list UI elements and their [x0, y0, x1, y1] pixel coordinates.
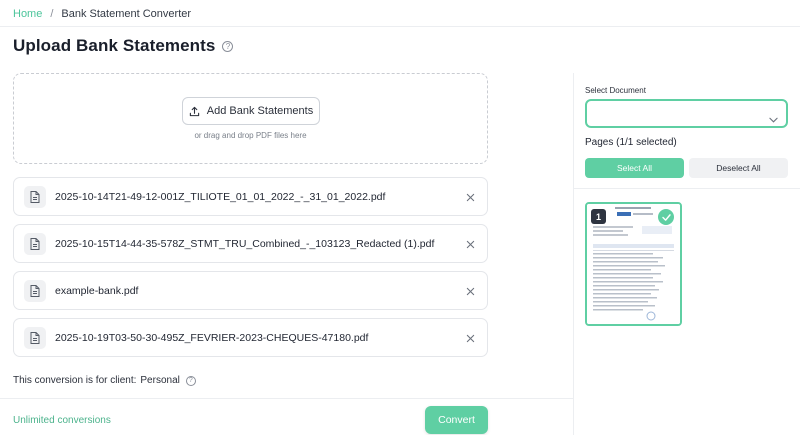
deselect-all-button[interactable]: Deselect All — [689, 158, 788, 178]
file-row: 2025-10-14T21-49-12-001Z_TILIOTE_01_01_2… — [13, 177, 488, 216]
page-title: Upload Bank Statements — [13, 36, 216, 55]
file-row: 2025-10-15T14-44-35-578Z_STMT_TRU_Combin… — [13, 224, 488, 263]
select-document-label: Select Document — [585, 86, 646, 95]
upload-dropzone[interactable]: Add Bank Statements or drag and drop PDF… — [13, 73, 488, 164]
file-name: 2025-10-19T03-50-30-495Z_FEVRIER-2023-CH… — [55, 331, 369, 344]
remove-file-icon[interactable] — [464, 238, 476, 250]
header-divider — [0, 26, 800, 27]
remove-file-icon[interactable] — [464, 191, 476, 203]
remove-file-icon[interactable] — [464, 285, 476, 297]
client-line: This conversion is for client: Personal … — [13, 375, 196, 386]
pages-count-label: Pages (1/1 selected) — [585, 137, 677, 148]
add-bank-statements-label: Add Bank Statements — [206, 105, 314, 117]
select-all-button[interactable]: Select All — [585, 158, 684, 178]
add-bank-statements-button[interactable]: Add Bank Statements — [182, 97, 320, 125]
breadcrumb-separator: / — [50, 8, 54, 20]
page-thumbnail[interactable]: 1 — [585, 202, 682, 326]
checkmark-icon — [658, 209, 674, 225]
convert-button[interactable]: Convert — [425, 406, 488, 434]
breadcrumb-current: Bank Statement Converter — [61, 8, 192, 20]
client-label: This conversion is for client: — [13, 375, 137, 386]
file-icon — [24, 232, 46, 255]
panel-divider — [573, 73, 574, 435]
file-icon — [24, 185, 46, 208]
file-name: 2025-10-15T14-44-35-578Z_STMT_TRU_Combin… — [55, 237, 435, 250]
file-icon — [24, 326, 46, 349]
client-value[interactable]: Personal — [140, 375, 179, 386]
file-name: 2025-10-14T21-49-12-001Z_TILIOTE_01_01_2… — [55, 190, 386, 203]
unlimited-conversions-label: Unlimited conversions — [13, 415, 111, 426]
drop-hint: or drag and drop PDF files here — [194, 131, 307, 140]
file-row: example-bank.pdf — [13, 271, 488, 310]
chevron-down-icon — [769, 110, 778, 128]
file-row: 2025-10-19T03-50-30-495Z_FEVRIER-2023-CH… — [13, 318, 488, 357]
file-icon — [24, 279, 46, 302]
remove-file-icon[interactable] — [464, 332, 476, 344]
pages-divider — [574, 188, 800, 189]
upload-icon — [189, 106, 200, 117]
help-icon[interactable]: ? — [222, 40, 234, 52]
breadcrumb: Home / Bank Statement Converter — [13, 7, 191, 21]
page-header: Upload Bank Statements ? — [13, 36, 234, 56]
breadcrumb-home-link[interactable]: Home — [13, 8, 42, 20]
page-number-badge: 1 — [591, 209, 606, 224]
client-help-icon[interactable]: ? — [185, 375, 196, 386]
file-name: example-bank.pdf — [55, 284, 139, 297]
document-select[interactable] — [585, 99, 788, 128]
